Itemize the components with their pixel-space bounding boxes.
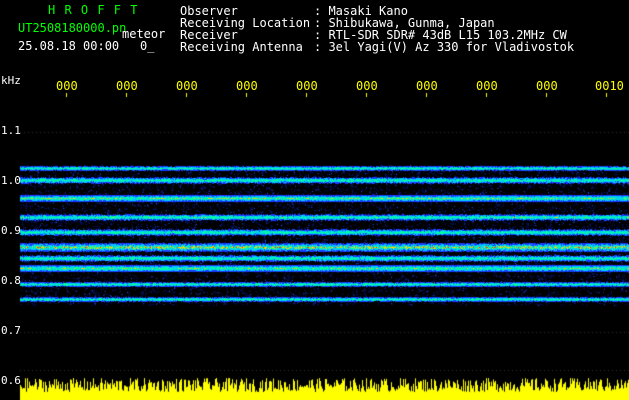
x-tick-label: 0010	[595, 79, 624, 93]
info-label-antenna: Receiving Antenna	[180, 40, 303, 54]
x-tick-label: 000	[296, 79, 318, 93]
y-tick-label: 0.7	[1, 324, 21, 337]
datetime-label: 25.08.18 00:00	[18, 39, 120, 53]
y-tick-label: 1.1	[1, 124, 21, 137]
info-value-antenna: : 3el Yagi(V) Az 330 for Vladivostok	[314, 40, 575, 54]
x-tick-label: 000	[416, 79, 438, 93]
x-tick-label: 000	[56, 79, 78, 93]
y-tick-label: 0.6	[1, 374, 21, 387]
y-tick-label: 0.9	[1, 224, 21, 237]
spectrogram-canvas	[0, 0, 629, 400]
y-tick-label: 0.8	[1, 274, 21, 287]
x-tick-label: 000	[116, 79, 138, 93]
file-name: UT2508180000.pn	[18, 21, 127, 35]
y-tick-label: 1.0	[1, 174, 21, 187]
app-title: H R O F F T	[48, 3, 139, 17]
x-tick-label: 000	[236, 79, 258, 93]
y-axis-unit: kHz	[1, 74, 21, 87]
x-tick-label: 000	[356, 79, 378, 93]
counter-label: 0_	[140, 39, 155, 53]
x-tick-label: 000	[536, 79, 558, 93]
x-tick-label: 000	[476, 79, 498, 93]
x-tick-label: 000	[176, 79, 198, 93]
